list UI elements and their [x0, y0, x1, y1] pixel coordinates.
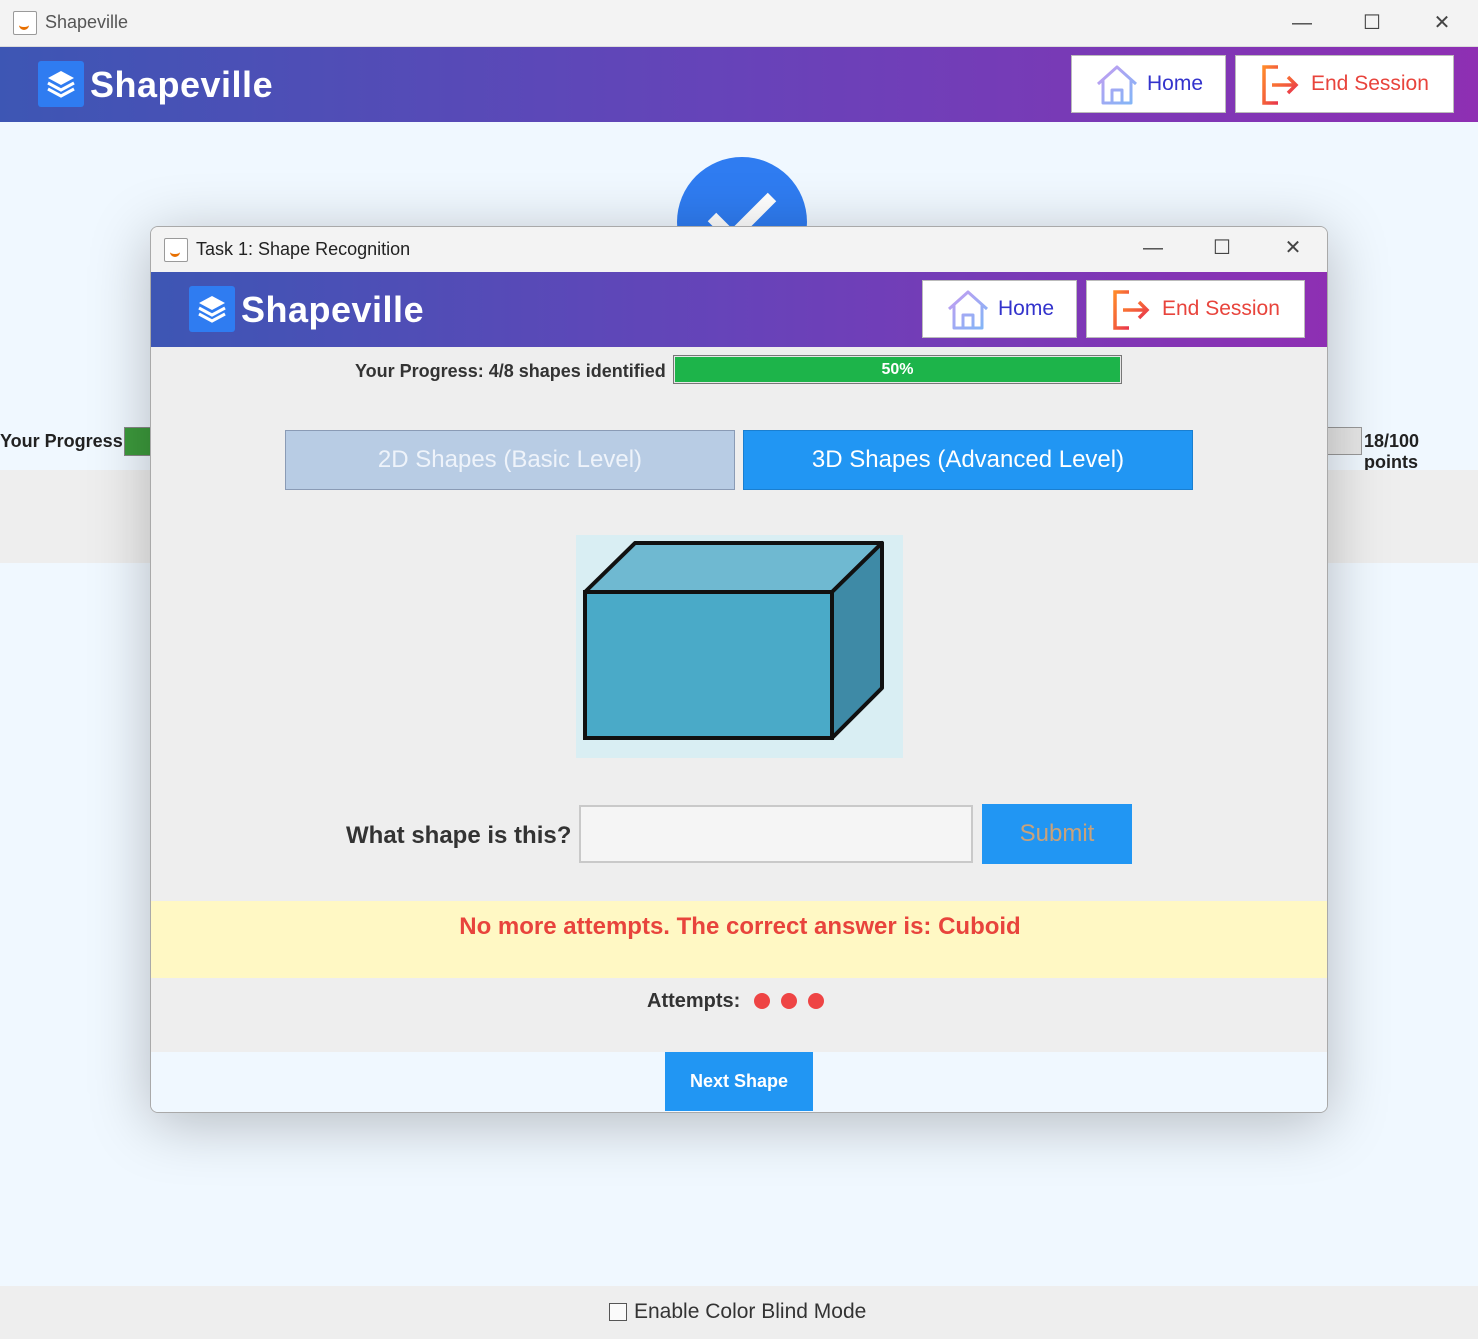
- main-progress-label: Your Progress: [0, 431, 123, 451]
- attempt-dot: [781, 993, 797, 1009]
- dialog-title-bar: Task 1: Shape Recognition — ☐ ✕: [151, 227, 1327, 272]
- main-window-title: Shapeville: [45, 12, 129, 32]
- home-icon: [947, 290, 989, 330]
- home-button-label: Home: [1147, 72, 1204, 95]
- home-button[interactable]: Home: [1071, 55, 1226, 113]
- brand-title: Shapeville: [90, 64, 274, 105]
- main-title-bar: Shapeville — ☐ ✕: [0, 0, 1478, 47]
- dialog-brand-title: Shapeville: [241, 289, 425, 330]
- minimize-icon[interactable]: —: [1277, 6, 1327, 40]
- logout-icon: [1262, 65, 1299, 105]
- dialog-title: Task 1: Shape Recognition: [196, 239, 411, 259]
- color-blind-label[interactable]: Enable Color Blind Mode: [634, 1300, 866, 1324]
- task-progress-label: Your Progress: 4/8 shapes identified: [355, 361, 666, 381]
- dialog-maximize-icon[interactable]: ☐: [1197, 231, 1247, 265]
- dialog-header: Shapeville Home End Session: [151, 272, 1327, 347]
- tab-3d-shapes[interactable]: 3D Shapes (Advanced Level): [743, 430, 1193, 490]
- main-header: Shapeville Home End Session: [0, 47, 1478, 122]
- color-blind-checkbox[interactable]: [609, 1303, 627, 1321]
- close-icon[interactable]: ✕: [1417, 6, 1467, 40]
- dialog-end-session-label: End Session: [1162, 297, 1280, 320]
- home-icon: [1096, 65, 1138, 105]
- task-progress-bar: 50%: [673, 355, 1122, 384]
- points-label: 18/100 points: [1364, 431, 1420, 472]
- task-progress-percent: 50%: [881, 361, 914, 378]
- attempt-dot: [808, 993, 824, 1009]
- end-session-button[interactable]: End Session: [1235, 55, 1454, 113]
- java-app-icon: [13, 11, 37, 35]
- answer-input[interactable]: [579, 805, 973, 863]
- layers-logo-icon: [38, 61, 84, 107]
- next-shape-button[interactable]: Next Shape: [665, 1052, 813, 1111]
- dialog-home-label: Home: [998, 297, 1055, 320]
- shape-recognition-dialog: Task 1: Shape Recognition — ☐ ✕ Shapevil…: [150, 226, 1328, 1113]
- attempt-dot: [754, 993, 770, 1009]
- dialog-home-button[interactable]: Home: [922, 280, 1077, 338]
- submit-button[interactable]: Submit: [982, 804, 1132, 864]
- logout-icon: [1113, 290, 1150, 330]
- feedback-message: No more attempts. The correct answer is:…: [459, 913, 1021, 940]
- feedback-panel: No more attempts. The correct answer is:…: [151, 901, 1327, 978]
- dialog-minimize-icon[interactable]: —: [1128, 231, 1178, 265]
- maximize-icon[interactable]: ☐: [1347, 6, 1397, 40]
- cuboid-shape-image: [576, 535, 903, 758]
- main-progress-bar-end: [1327, 427, 1362, 455]
- end-session-label: End Session: [1311, 72, 1429, 95]
- dialog-end-session-button[interactable]: End Session: [1086, 280, 1305, 338]
- attempts-label: Attempts:: [647, 990, 741, 1012]
- java-app-icon: [164, 238, 188, 262]
- tab-2d-shapes[interactable]: 2D Shapes (Basic Level): [285, 430, 735, 490]
- question-label: What shape is this?: [346, 822, 572, 849]
- dialog-close-icon[interactable]: ✕: [1268, 231, 1318, 265]
- layers-logo-icon: [189, 286, 235, 332]
